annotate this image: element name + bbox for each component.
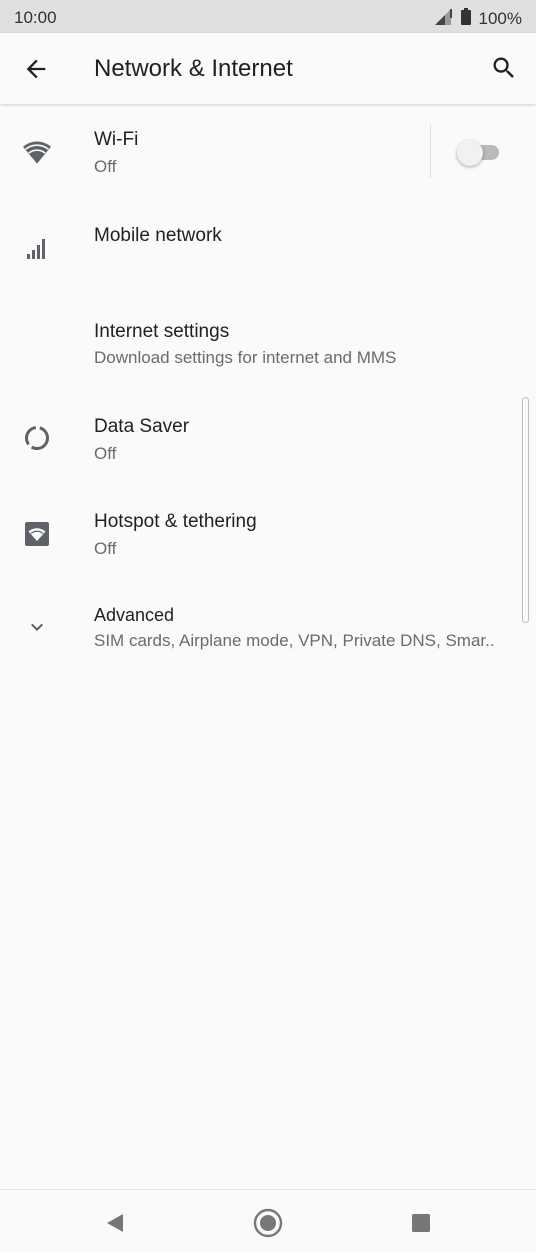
- list-item-mobile-network[interactable]: Mobile network: [0, 200, 536, 296]
- arrow-back-icon[interactable]: [22, 55, 50, 83]
- navigation-bar: [0, 1189, 536, 1252]
- data-saver-status: Off: [94, 444, 117, 463]
- signal-icon: [433, 8, 453, 30]
- hotspot-status: Off: [94, 539, 117, 558]
- list-item-internet-settings[interactable]: Internet settings Download settings for …: [0, 296, 536, 392]
- hotspot-icon: [22, 519, 52, 549]
- scrollbar[interactable]: [522, 397, 529, 623]
- battery-percent: 100%: [478, 9, 522, 28]
- advanced-title: Advanced: [94, 605, 175, 625]
- toggle-thumb: [457, 140, 483, 166]
- internet-settings-title: Internet settings: [94, 321, 230, 342]
- divider: [430, 125, 431, 178]
- status-icons: 100%: [433, 8, 522, 30]
- advanced-subtitle: SIM cards, Airplane mode, VPN, Private D…: [94, 631, 495, 650]
- wifi-icon: [22, 137, 52, 167]
- internet-settings-subtitle: Download settings for internet and MMS: [94, 348, 397, 367]
- wifi-title: Wi-Fi: [94, 129, 139, 150]
- nav-recents-icon[interactable]: [406, 1208, 436, 1238]
- wifi-status: Off: [94, 157, 117, 176]
- nav-home-icon[interactable]: [253, 1208, 283, 1238]
- list-item-advanced[interactable]: Advanced SIM cards, Airplane mode, VPN, …: [0, 584, 536, 674]
- wifi-toggle[interactable]: [457, 140, 503, 166]
- cellular-signal-icon: [22, 233, 52, 263]
- list-item-data-saver[interactable]: Data Saver Off: [0, 392, 536, 488]
- hotspot-title: Hotspot & tethering: [94, 511, 257, 532]
- battery-icon: [460, 8, 471, 30]
- data-saver-icon: [22, 423, 52, 453]
- search-icon[interactable]: [490, 54, 518, 82]
- app-bar: Network & Internet: [0, 33, 536, 104]
- status-bar: 10:00 100%: [0, 0, 536, 33]
- list-item-wifi[interactable]: Wi-Fi Off: [0, 104, 536, 200]
- status-time: 10:00: [14, 8, 57, 27]
- mobile-network-title: Mobile network: [94, 225, 222, 246]
- nav-back-icon[interactable]: [100, 1208, 130, 1238]
- chevron-down-icon: [22, 612, 52, 642]
- page-title: Network & Internet: [94, 55, 293, 82]
- list-item-hotspot[interactable]: Hotspot & tethering Off: [0, 488, 536, 584]
- data-saver-title: Data Saver: [94, 416, 190, 437]
